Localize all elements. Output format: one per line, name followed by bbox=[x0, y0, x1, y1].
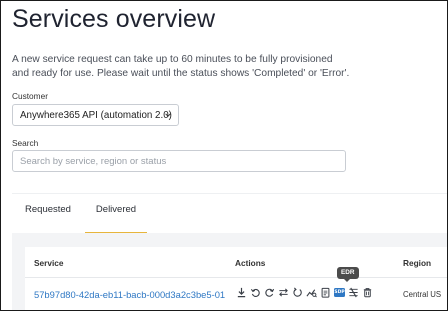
row-actions: SDP bbox=[236, 285, 373, 299]
analytics-icon[interactable] bbox=[306, 286, 317, 298]
tooltip: EDR bbox=[337, 267, 359, 282]
sdp-badge: SDP bbox=[334, 287, 345, 297]
services-table: Service Actions Region 57b97d80-42da-eb1… bbox=[25, 247, 447, 310]
region-cell: Central US bbox=[403, 290, 442, 299]
undo-icon[interactable] bbox=[250, 286, 261, 298]
tabs-bar: Requested Delivered bbox=[12, 193, 447, 234]
trash-icon[interactable] bbox=[362, 286, 373, 298]
tab-delivered[interactable]: Delivered bbox=[85, 204, 147, 234]
customer-select[interactable]: Anywhere365 API (automation 2.0) bbox=[12, 104, 179, 126]
column-header-service: Service bbox=[34, 258, 64, 268]
column-header-actions: Actions bbox=[235, 258, 266, 268]
tab-requested[interactable]: Requested bbox=[16, 204, 80, 234]
tab-delivered-label: Delivered bbox=[95, 204, 137, 215]
app-window: Services overview A new service request … bbox=[0, 0, 448, 311]
service-id-link[interactable]: 57b97d80-42da-eb11-bacb-000d3a2c3be5-01 bbox=[34, 289, 225, 300]
column-header-region: Region bbox=[403, 258, 432, 268]
swap-icon[interactable] bbox=[278, 286, 289, 298]
document-icon[interactable] bbox=[320, 286, 331, 298]
customer-label: Customer bbox=[12, 91, 48, 101]
split-icon[interactable] bbox=[348, 286, 359, 298]
row-divider bbox=[25, 277, 447, 278]
refresh-icon[interactable] bbox=[264, 286, 275, 298]
tab-requested-label: Requested bbox=[25, 204, 71, 215]
search-label: Search bbox=[12, 138, 39, 148]
restore-icon[interactable] bbox=[292, 286, 303, 298]
customer-select-value: Anywhere365 API (automation 2.0) bbox=[20, 109, 172, 121]
page-title: Services overview bbox=[12, 5, 216, 33]
chevron-down-icon bbox=[164, 111, 172, 119]
sdp-icon[interactable]: SDP bbox=[334, 286, 345, 298]
download-icon[interactable] bbox=[236, 286, 247, 298]
search-input[interactable] bbox=[12, 150, 346, 172]
intro-text: A new service request can take up to 60 … bbox=[12, 54, 350, 79]
